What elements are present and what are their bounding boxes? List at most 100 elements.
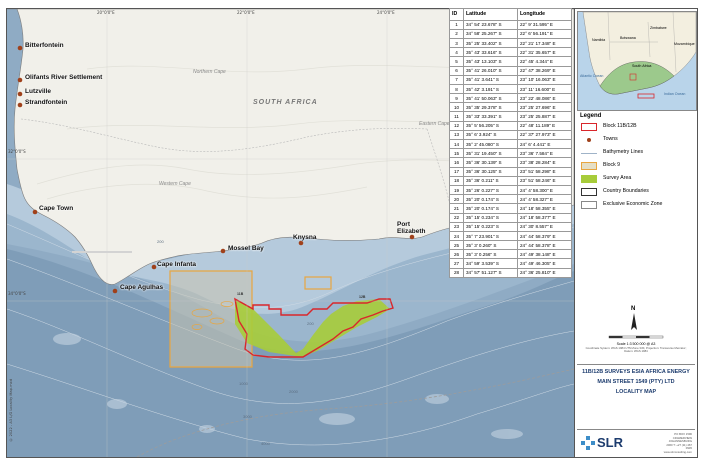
table-row: 2 34° 58' 25.267" S 22° 6' 56.191" E xyxy=(449,28,572,39)
inset-label: Mozambique xyxy=(674,42,695,46)
table-row: 18 35° 36' 0.211" S 23° 51' 58.246" E xyxy=(449,175,572,186)
slr-logo-icon xyxy=(581,436,595,450)
table-row: 11 35° 33' 33.391" S 23° 25' 25.887" E xyxy=(449,111,572,122)
table-cell-latitude: 34° 58' 25.267" S xyxy=(463,28,518,39)
table-cell-latitude: 35° 25' 33.402" S xyxy=(463,37,518,49)
legend-symbol-icon xyxy=(581,153,597,154)
table-row: 17 35° 36' 30.125" S 23° 51' 58.298" E xyxy=(449,166,572,177)
table-row: 15 35° 31' 19.450" S 23° 36' 7.584" E xyxy=(449,148,572,159)
depth-label: 1000 xyxy=(239,381,248,386)
table-cell-latitude: 35° 42' 3.191" S xyxy=(463,83,518,95)
grid-label-left-1: 32°0'0"S xyxy=(8,149,26,154)
table-row: 22 35° 15' 0.234" S 24° 18' 58.377" E xyxy=(449,212,572,223)
table-cell-longitude: 22° 37' 27.973" E xyxy=(517,129,572,141)
table-cell-longitude: 23° 25' 25.887" E xyxy=(517,111,572,122)
slr-logo: SLR xyxy=(597,435,623,450)
table-cell-id: 12 xyxy=(449,120,464,131)
table-cell-latitude: 34° 57' 51.127" S xyxy=(463,267,518,278)
legend-symbol-icon xyxy=(581,162,597,170)
town-label-cape-infanta: Cape Infanta xyxy=(157,261,197,268)
table-cell-id: 19 xyxy=(449,184,464,196)
table-row: 12 35° 5' 56.205" S 22° 48' 11.189" E xyxy=(449,120,572,131)
table-cell-id: 9 xyxy=(449,93,464,104)
table-cell-id: 5 xyxy=(449,56,464,67)
table-cell-longitude: 23° 10' 16.063" E xyxy=(517,74,572,85)
table-cell-longitude: 22° 48' 11.189" E xyxy=(517,120,572,131)
depth-label: 200 xyxy=(307,321,314,326)
town-label-mossel-bay: Mossel Bay xyxy=(228,245,264,252)
town-label-cape-agulhas: Cape Agulhas xyxy=(120,284,164,291)
table-cell-longitude: 23° 22' 48.086" E xyxy=(517,93,572,104)
grid-label-top-3: 24°0'0"E xyxy=(377,10,395,15)
table-cell-id: 13 xyxy=(449,129,464,141)
table-cell-latitude: 34° 54' 23.678" S xyxy=(463,19,518,30)
table-cell-id: 23 xyxy=(449,221,464,232)
side-panel: South Africa Namibia Botswana Zimbabwe M… xyxy=(574,8,698,458)
table-cell-id: 21 xyxy=(449,203,464,214)
logo-area: SLR PO BOX 1596 CRAMERVIEW JOHANNESBURG … xyxy=(577,429,695,456)
region-label-western-cape: Western Cape xyxy=(159,181,191,187)
table-row: 23 35° 15' 0.223" S 24° 30' 8.557" E xyxy=(449,221,572,232)
table-cell-latitude: 35° 43' 13.103" S xyxy=(463,56,518,67)
table-cell-longitude: 24° 4' 58.327" E xyxy=(517,194,572,205)
inset-map[interactable]: South Africa Namibia Botswana Zimbabwe M… xyxy=(577,11,697,111)
table-cell-longitude: 22° 21' 17.348" E xyxy=(517,37,572,49)
depth-label: 200 xyxy=(157,239,164,244)
inset-label: South Africa xyxy=(632,64,652,68)
table-cell-longitude: 22° 6' 56.191" E xyxy=(517,28,572,39)
table-row: 14 35° 2' 45.080" S 24° 6' 4.441" E xyxy=(449,139,572,150)
legend-item: Bathymetry Lines xyxy=(577,147,695,160)
table-cell-id: 18 xyxy=(449,175,464,186)
legend-items: Block 11B/12B Towns Bathymetry Lines Block … xyxy=(577,121,695,212)
inset-label: Indian Ocean xyxy=(664,92,686,96)
table-cell-latitude: 35° 20' 0.174" S xyxy=(463,194,518,205)
legend-label: Block 9 xyxy=(603,162,621,168)
table-row: 5 35° 43' 13.103" S 22° 45' 4.344" E xyxy=(449,56,572,67)
table-row: 25 35° 3' 0.260" S 24° 44' 58.378" E xyxy=(449,240,572,251)
town-label-bitterfontein: Bitterfontein xyxy=(25,42,64,49)
legend-symbol-icon xyxy=(581,188,597,196)
table-cell-longitude: 22° 45' 4.344" E xyxy=(517,56,572,67)
table-row: 19 35° 26' 0.227" S 24° 4' 58.300" E xyxy=(449,184,572,196)
grid-label-top-1: 20°0'0"E xyxy=(97,10,115,15)
table-cell-longitude: 24° 44' 58.379" E xyxy=(517,230,572,242)
table-cell-id: 14 xyxy=(449,139,464,150)
inset-label: Namibia xyxy=(592,38,606,42)
table-cell-latitude: 35° 7' 23.901" S xyxy=(463,230,518,242)
table-cell-longitude: 23° 51' 58.298" E xyxy=(517,166,572,177)
scale-area: N Scale 1:3 500 000 @ A3 Coordinate Syst… xyxy=(577,304,695,359)
block-label-12b: 12B xyxy=(359,295,366,299)
table-header-row: ID Latitude Longitude xyxy=(449,8,572,21)
map-credit: © 2022 - A3 L/G Locality Map.mxd xyxy=(9,379,13,442)
legend: Legend Block 11B/12B Towns Bathymetry Line… xyxy=(577,113,695,212)
table-cell-latitude: 35° 36' 0.211" S xyxy=(463,175,518,186)
table-row: 24 35° 7' 23.901" S 24° 44' 58.379" E xyxy=(449,230,572,242)
table-cell-id: 6 xyxy=(449,65,464,76)
legend-title: Legend xyxy=(580,113,602,119)
town-label-port-elizabeth: Port Elizabeth xyxy=(397,221,426,235)
table-cell-latitude: 35° 35' 29.378" S xyxy=(463,102,518,113)
table-cell-longitude: 22° 47' 38.269" E xyxy=(517,65,572,76)
depth-label: 4000 xyxy=(261,441,270,446)
legend-item: Block 11B/12B xyxy=(577,121,695,134)
table-cell-latitude: 35° 3' 0.256" S xyxy=(463,249,518,260)
table-cell-longitude: 23° 51' 58.246" E xyxy=(517,175,572,186)
title-line-3: LOCALITY MAP xyxy=(615,389,657,395)
town-label-olifants-river: Olifants River Settlement xyxy=(25,74,103,81)
table-cell-latitude: 35° 41' 3.641" S xyxy=(463,74,518,85)
table-cell-latitude: 35° 36' 30.139" S xyxy=(463,157,518,168)
table-cell-latitude: 35° 3' 0.260" S xyxy=(463,240,518,251)
legend-item: Block 9 xyxy=(577,160,695,173)
table-cell-latitude: 35° 15' 0.234" S xyxy=(463,212,518,223)
table-cell-longitude: 23° 36' 7.584" E xyxy=(517,148,572,159)
table-row: 10 35° 35' 29.378" S 23° 25' 27.696" E xyxy=(449,102,572,113)
table-cell-latitude: 35° 6' 3.924" S xyxy=(463,129,518,141)
depth-label: 2000 xyxy=(289,389,298,394)
table-header-latitude: Latitude xyxy=(463,8,518,21)
table-cell-id: 11 xyxy=(449,111,464,122)
table-cell-id: 17 xyxy=(449,166,464,177)
legend-symbol-icon xyxy=(587,138,591,142)
inset-label: Botswana xyxy=(620,36,636,40)
table-row: 16 35° 36' 30.139" S 23° 38' 28.284" E xyxy=(449,157,572,168)
table-cell-latitude: 35° 36' 30.125" S xyxy=(463,166,518,177)
